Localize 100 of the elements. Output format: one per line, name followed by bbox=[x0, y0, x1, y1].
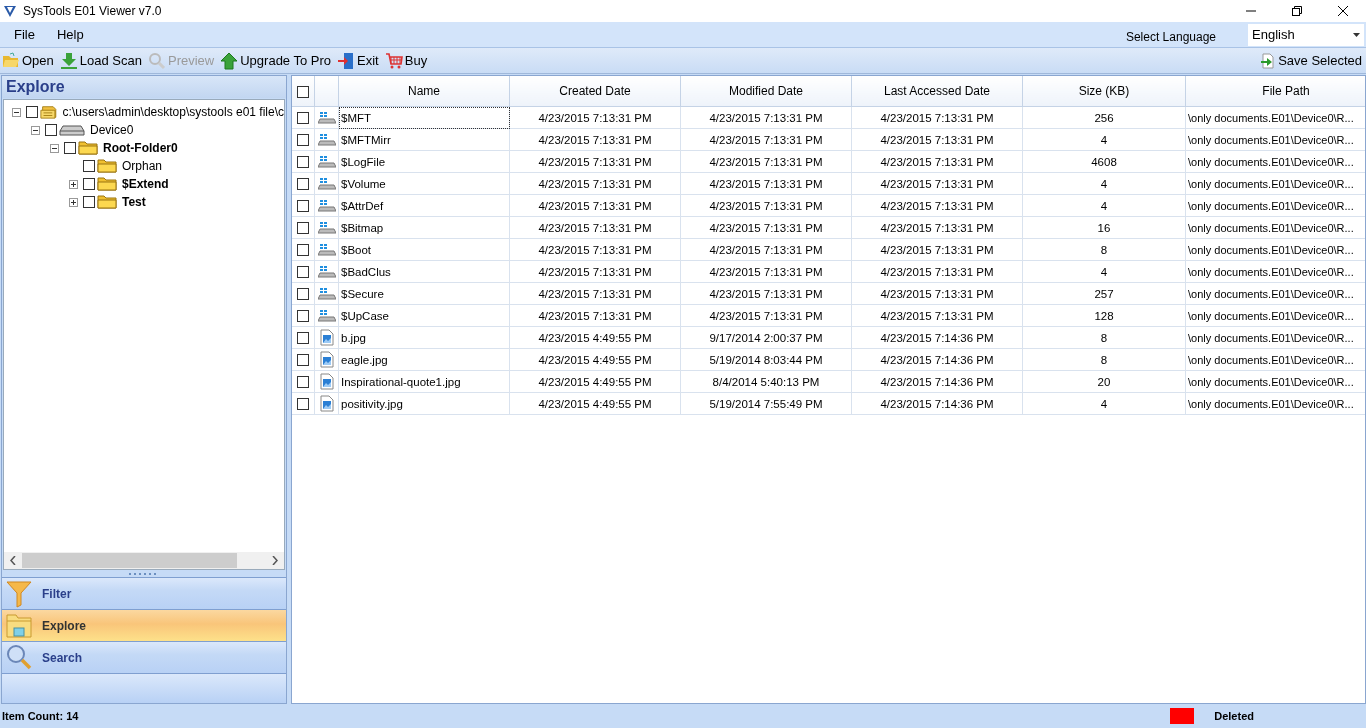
tree-checkbox[interactable] bbox=[26, 106, 38, 118]
tree-item[interactable]: c:\users\admin\desktop\systools e01 file\c bbox=[59, 105, 284, 119]
tree-checkbox[interactable] bbox=[83, 178, 95, 190]
table-cell: 4 bbox=[1022, 128, 1186, 151]
table-cell: 8/4/2014 5:40:13 PM bbox=[680, 370, 852, 393]
tree-item[interactable]: Root-Folder0 bbox=[100, 141, 178, 155]
close-icon bbox=[1338, 6, 1348, 16]
select-all-checkbox[interactable] bbox=[297, 85, 309, 98]
save-selected-button[interactable]: Save Selected bbox=[1258, 49, 1366, 72]
horizontal-scrollbar[interactable] bbox=[4, 552, 284, 569]
table-cell: \only documents.E01\Device0\R... bbox=[1185, 304, 1365, 327]
tree-item[interactable]: $Extend bbox=[119, 177, 169, 191]
toolbar-button[interactable]: Upgrade To Pro bbox=[218, 49, 336, 72]
tree-checkbox[interactable] bbox=[83, 196, 95, 208]
table-cell: 4/23/2015 4:49:55 PM bbox=[509, 370, 681, 393]
menu-item[interactable]: File bbox=[0, 27, 43, 42]
collapse-icon[interactable] bbox=[50, 143, 59, 153]
table-cell: $UpCase bbox=[338, 304, 510, 327]
table-cell: 4/23/2015 7:13:31 PM bbox=[851, 238, 1023, 261]
tree-checkbox[interactable] bbox=[83, 160, 95, 172]
expand-icon[interactable] bbox=[69, 197, 78, 207]
drive-icon bbox=[317, 132, 336, 147]
table-cell: 4/23/2015 7:13:31 PM bbox=[680, 150, 852, 173]
nav-pane-button[interactable]: Explore bbox=[2, 609, 286, 641]
grip-dots-icon bbox=[129, 572, 159, 576]
folder-icon bbox=[97, 159, 117, 173]
door-icon bbox=[337, 51, 356, 70]
table-cell: $Boot bbox=[338, 238, 510, 261]
toolbar-button[interactable]: Buy bbox=[382, 49, 432, 72]
tree-checkbox[interactable] bbox=[64, 142, 76, 154]
row-checkbox[interactable] bbox=[297, 222, 309, 234]
tree-item[interactable]: Device0 bbox=[87, 123, 134, 137]
table-cell: 4/23/2015 4:49:55 PM bbox=[509, 326, 681, 349]
nav-pane-button[interactable]: Filter bbox=[2, 577, 286, 609]
collapse-icon[interactable] bbox=[12, 107, 21, 117]
table-cell: 4/23/2015 7:13:31 PM bbox=[851, 172, 1023, 195]
drive-icon bbox=[317, 242, 336, 257]
column-header[interactable]: Size (KB) bbox=[1022, 76, 1186, 107]
table-cell: $MFTMirr bbox=[338, 128, 510, 151]
table-cell: 4608 bbox=[1022, 150, 1186, 173]
folder-icon bbox=[97, 177, 117, 191]
row-checkbox[interactable] bbox=[297, 376, 309, 388]
table-cell: 16 bbox=[1022, 216, 1186, 239]
column-header[interactable]: File Path bbox=[1185, 76, 1365, 107]
collapse-icon[interactable] bbox=[31, 125, 40, 135]
table-cell: 4/23/2015 7:13:31 PM bbox=[509, 260, 681, 283]
row-checkbox[interactable] bbox=[297, 332, 309, 344]
row-checkbox[interactable] bbox=[297, 156, 309, 168]
language-dropdown[interactable]: English bbox=[1248, 23, 1364, 46]
row-checkbox[interactable] bbox=[297, 244, 309, 256]
toolbar-button[interactable]: Open bbox=[0, 49, 58, 72]
drive-icon bbox=[317, 308, 336, 323]
tree-item[interactable]: Orphan bbox=[119, 159, 163, 173]
table-cell: 4/23/2015 7:14:36 PM bbox=[851, 326, 1023, 349]
row-checkbox[interactable] bbox=[297, 354, 309, 366]
toolbar-button[interactable]: Exit bbox=[335, 49, 383, 72]
toolbar-button[interactable]: Load Scan bbox=[57, 49, 146, 72]
column-header[interactable]: Created Date bbox=[509, 76, 681, 107]
row-checkbox[interactable] bbox=[297, 112, 309, 124]
nav-pane-button[interactable]: Search bbox=[2, 641, 286, 673]
row-checkbox[interactable] bbox=[297, 310, 309, 322]
tree-checkbox[interactable] bbox=[45, 124, 57, 136]
funnel-icon bbox=[6, 579, 32, 608]
scroll-right-icon bbox=[272, 556, 278, 565]
column-header[interactable]: Name bbox=[338, 76, 510, 107]
table-cell: \only documents.E01\Device0\R... bbox=[1185, 128, 1365, 151]
row-checkbox[interactable] bbox=[297, 200, 309, 212]
image-file-icon bbox=[319, 373, 334, 390]
column-header[interactable]: Last Accessed Date bbox=[851, 76, 1023, 107]
image-file-icon bbox=[319, 351, 334, 368]
tree-item[interactable]: Test bbox=[119, 195, 146, 209]
image-file-icon bbox=[319, 395, 334, 412]
table-cell: 4 bbox=[1022, 172, 1186, 195]
table-cell: $LogFile bbox=[338, 150, 510, 173]
table-cell: $Bitmap bbox=[338, 216, 510, 239]
folder-stack-icon bbox=[40, 104, 58, 120]
row-checkbox[interactable] bbox=[297, 178, 309, 190]
table-cell: $AttrDef bbox=[338, 194, 510, 217]
expand-icon[interactable] bbox=[69, 179, 78, 189]
magnifier-icon bbox=[148, 51, 166, 70]
row-checkbox[interactable] bbox=[297, 134, 309, 146]
folder-icon bbox=[2, 51, 20, 70]
table-cell: \only documents.E01\Device0\R... bbox=[1185, 348, 1365, 371]
table-cell: $BadClus bbox=[338, 260, 510, 283]
table-cell: 4 bbox=[1022, 392, 1186, 415]
scrollbar-thumb[interactable] bbox=[22, 553, 237, 568]
table-cell: 5/19/2014 8:03:44 PM bbox=[680, 348, 852, 371]
row-checkbox[interactable] bbox=[297, 288, 309, 300]
table-cell: 8 bbox=[1022, 238, 1186, 261]
drive-icon bbox=[317, 110, 336, 125]
table-cell: Inspirational-quote1.jpg bbox=[338, 370, 510, 393]
table-cell: 4/23/2015 7:13:31 PM bbox=[680, 172, 852, 195]
menu-item[interactable]: Help bbox=[42, 27, 92, 42]
row-checkbox[interactable] bbox=[297, 398, 309, 410]
download-icon bbox=[59, 51, 78, 70]
table-cell: 4/23/2015 7:13:31 PM bbox=[509, 282, 681, 305]
column-header[interactable]: Modified Date bbox=[680, 76, 852, 107]
table-cell: \only documents.E01\Device0\R... bbox=[1185, 106, 1365, 129]
row-checkbox[interactable] bbox=[297, 266, 309, 278]
table-cell: 4/23/2015 7:13:31 PM bbox=[851, 106, 1023, 129]
